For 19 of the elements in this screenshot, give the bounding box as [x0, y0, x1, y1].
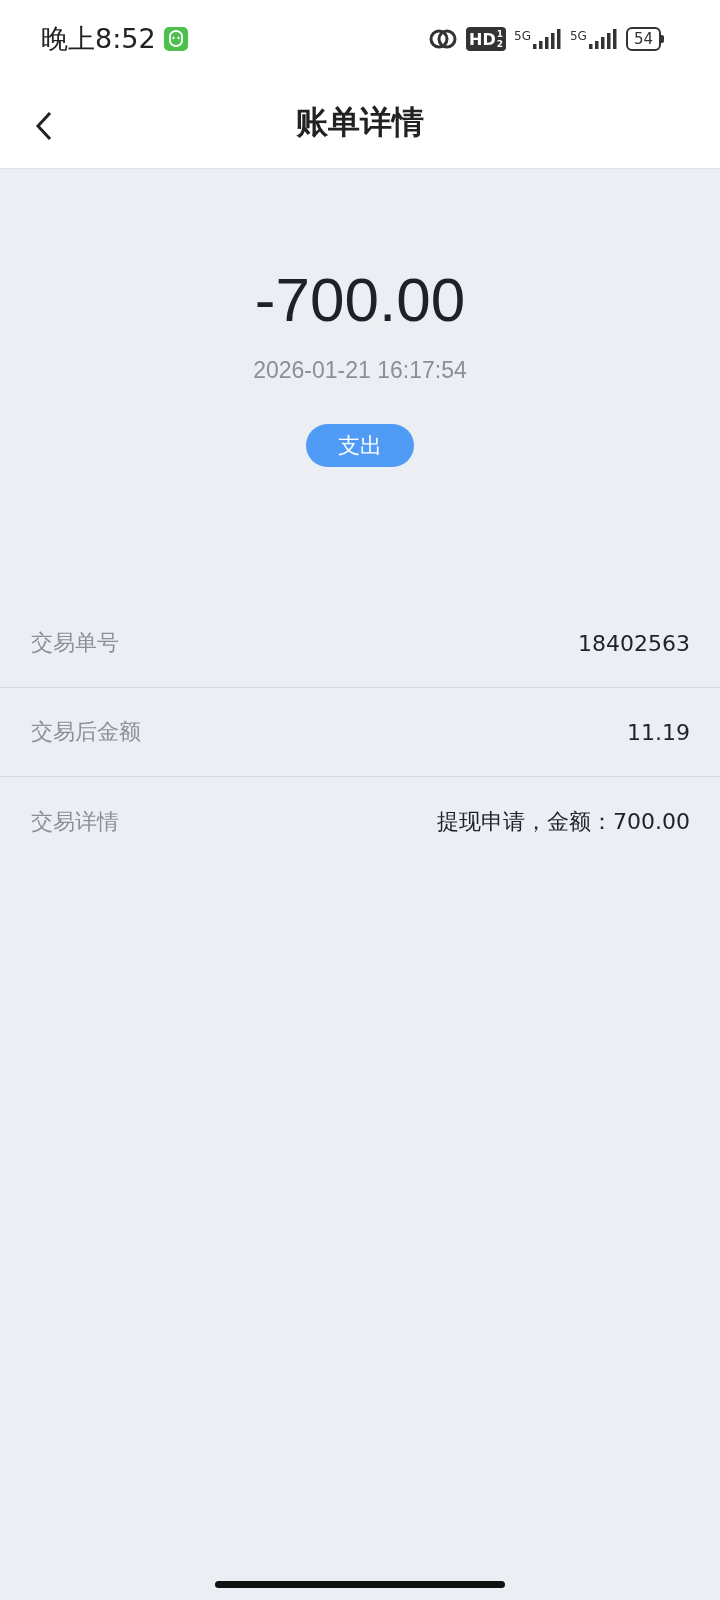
app-notification-icon	[163, 27, 188, 51]
detail-value: 提现申请，金额：700.00	[437, 807, 690, 836]
transaction-time: 2026-01-21 16:17:54	[253, 357, 467, 384]
amount: -700.00	[254, 269, 466, 331]
detail-value: 18402563	[578, 630, 690, 656]
back-icon	[34, 110, 54, 142]
battery-level: 54	[625, 27, 661, 51]
link-icon	[428, 28, 459, 50]
detail-label: 交易后金额	[31, 718, 141, 746]
network-type: 5G	[514, 29, 531, 43]
status-time: 晚上8:52	[41, 22, 156, 56]
expense-tag: 支出	[306, 424, 414, 467]
signal-icon	[531, 29, 562, 49]
signal-icon	[587, 29, 618, 49]
detail-label: 交易单号	[31, 629, 119, 657]
page-title: 账单详情	[296, 102, 424, 143]
detail-label: 交易详情	[31, 807, 119, 836]
detail-value: 11.19	[627, 719, 690, 745]
network-type: 5G	[569, 29, 587, 43]
